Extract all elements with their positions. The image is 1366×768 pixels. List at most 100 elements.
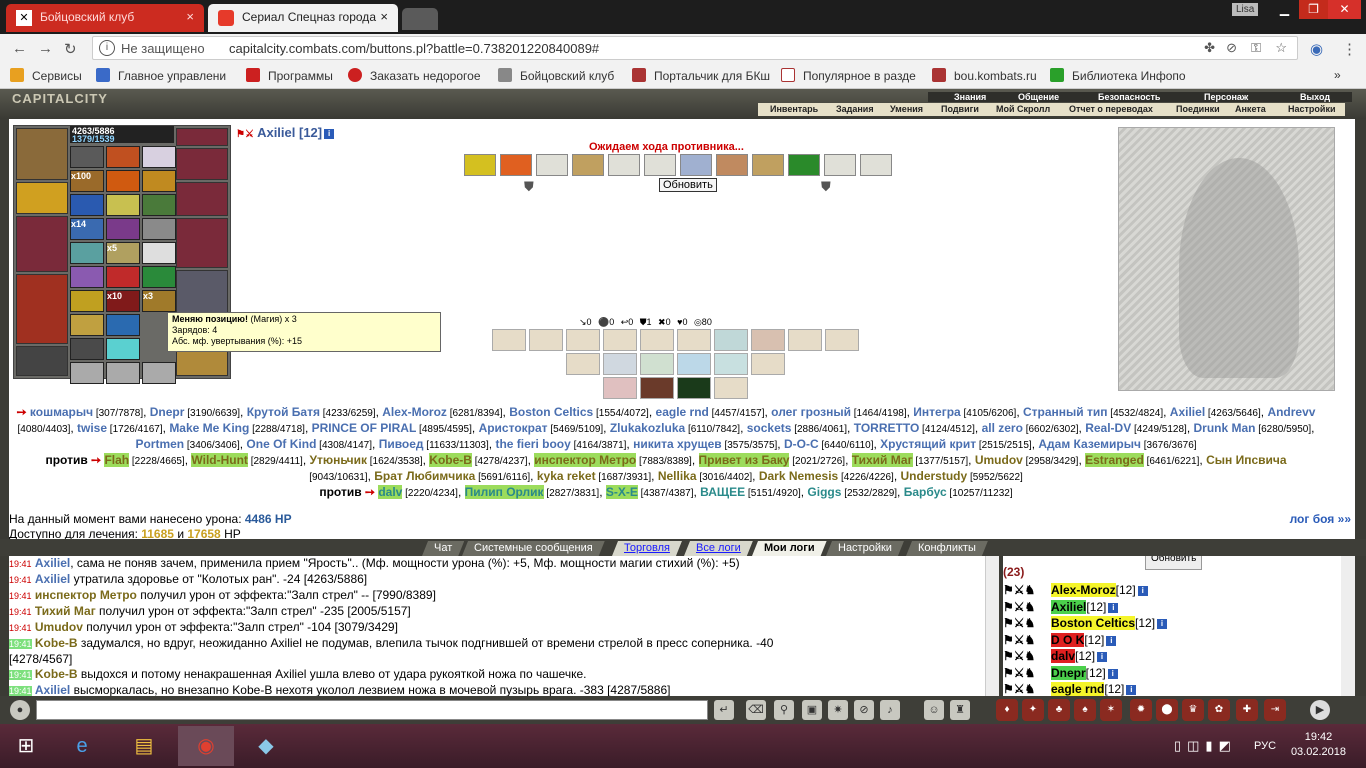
fighter-name[interactable]: ВАЩЕЕ [700,485,745,499]
fighter-name[interactable]: TORRETTO [854,421,920,435]
submenu-settings[interactable]: Настройки [1288,104,1335,114]
weapon-slot[interactable] [16,216,68,272]
ring-slot[interactable] [176,182,228,216]
bookmark-library[interactable]: Библиотека Инфопо [1050,68,1186,83]
minimize-icon[interactable]: ▁ [1270,0,1299,19]
online-user-name[interactable]: Dnepr [1051,665,1086,680]
fighter-name[interactable]: Брат Любимчика [374,469,475,483]
fighter-name[interactable]: Drunk Man [1194,421,1256,435]
online-user[interactable]: ⚑⚔♞ D O K[12] i [1003,632,1167,649]
fighter-name[interactable]: Адам Каземирыч [1038,437,1141,451]
info-icon[interactable]: i [1106,635,1117,646]
inventory-item[interactable] [106,146,140,168]
smiley-icon[interactable]: ☺ [924,700,944,720]
bookmark-bou[interactable]: bou.kombats.ru [932,68,1037,83]
menu-communication[interactable]: Общение [1018,92,1059,102]
attack-slot[interactable] [608,154,640,176]
helmet-slot[interactable] [16,128,68,180]
battle-log-link[interactable]: лог боя »» [1290,512,1351,526]
tab-fight-club[interactable]: ✕ Бойцовский клуб × [6,4,204,32]
back-icon[interactable]: ← [12,40,27,57]
fighter-name[interactable]: all zero [982,421,1023,435]
attack-slot[interactable] [644,154,676,176]
menu-security[interactable]: Безопасность [1098,92,1160,102]
bookmark-order[interactable]: Заказать недорогое [348,68,481,83]
helmet-icon[interactable]: ♜ [950,700,970,720]
skill-button[interactable] [529,329,563,351]
block-icon[interactable]: ⊘ [1226,40,1237,56]
fighter-name[interactable]: the fieri booy [495,437,570,451]
attack-slot[interactable] [680,154,712,176]
fighter-name[interactable]: Утюньчик [309,453,367,467]
fighter-name[interactable]: Пилип Орлик [464,485,544,499]
chat-name[interactable]: Axiliel [35,572,70,586]
fighter-name[interactable]: Make Me King [169,421,249,435]
inventory-item[interactable] [106,266,140,288]
fighter-name[interactable]: sockets [747,421,792,435]
submenu-feats[interactable]: Подвиги [941,104,979,114]
inventory-item[interactable] [70,266,104,288]
online-user[interactable]: ⚑⚔♞ Axiliel[12] i [1003,599,1167,616]
inventory-item[interactable] [106,170,140,192]
fighter-name[interactable]: S-X-E [605,485,638,499]
inventory-item[interactable] [70,194,104,216]
fighter-name[interactable]: никита хрущев [633,437,722,451]
info-icon[interactable]: i [1107,668,1118,679]
ie-icon[interactable]: e [56,726,108,766]
chat-name[interactable]: Axiliel [35,556,70,570]
online-user[interactable]: ⚑⚔♞ Dnepr[12] i [1003,665,1167,682]
chat-name[interactable]: инспектор Метро [35,588,137,602]
language-indicator[interactable]: РУС [1254,740,1276,752]
skill-button[interactable] [751,329,785,351]
key-icon[interactable]: ⚿ [1251,40,1261,56]
url-field[interactable]: i Не защищено capitalcity.combats.com/bu… [92,36,1298,60]
skill-button[interactable] [566,329,600,351]
chrome-icon[interactable]: ◉ [178,726,234,766]
inventory-item[interactable] [142,218,176,240]
skill-button[interactable] [677,353,711,375]
submenu-quests[interactable]: Задания [836,104,874,114]
slot-icon[interactable]: ✚ [1236,699,1258,721]
skill-button[interactable] [603,353,637,375]
earring-slot[interactable] [176,128,228,146]
fighter-name[interactable]: kyka reket [537,469,596,483]
inventory-item[interactable] [70,290,104,312]
fighter-name[interactable]: Boston Celtics [509,405,593,419]
online-refresh-button[interactable]: Обновить [1145,556,1203,570]
submenu-fights[interactable]: Поединки [1176,104,1220,114]
exit-icon[interactable]: ⇥ [1264,699,1286,721]
menu-exit[interactable]: Выход [1300,92,1330,102]
slot-icon[interactable]: ✦ [1022,699,1044,721]
chat-name[interactable]: Kobe-B [35,667,78,681]
online-user-name[interactable]: dalv [1051,649,1076,663]
slot-icon[interactable]: ♦ [996,699,1018,721]
skill-button[interactable] [640,353,674,375]
inventory-item[interactable] [106,362,140,384]
chat-time[interactable]: 19:41 [9,591,32,601]
slot-icon[interactable]: ♛ [1182,699,1204,721]
info-icon[interactable]: i [1157,619,1168,629]
fighter-name[interactable]: Giggs [807,485,841,499]
slot-icon[interactable]: ♠ [1074,699,1096,721]
online-user[interactable]: ⚑⚔♞ Boston Celtics[12] i [1003,615,1168,632]
shield-slot[interactable] [176,218,228,268]
windows-start-icon[interactable]: ⊞ [0,726,52,766]
fighter-name[interactable]: Интегра [913,405,960,419]
fighter-name[interactable]: Крутой Батя [247,405,320,419]
close-icon[interactable]: × [186,9,194,24]
fighter-name[interactable]: Axiliel [1170,405,1205,419]
chat-scrollbar[interactable] [985,556,999,696]
play-icon[interactable]: ▶ [1310,700,1330,720]
sound-icon[interactable]: ♪ [880,700,900,720]
chat-name[interactable]: Axiliel [35,683,70,696]
player-name[interactable]: ⚑⚔ Axiliel [12] i [236,125,335,140]
inventory-item[interactable] [142,194,176,216]
tab-trade[interactable]: Торговля [612,541,682,556]
slot-icon[interactable]: ✹ [1130,699,1152,721]
skill-button[interactable] [677,329,711,351]
fighter-name[interactable]: Kobe-B [429,453,472,467]
skill-button[interactable] [714,377,748,399]
skill-button[interactable] [788,329,822,351]
online-user[interactable]: ⚑⚔♞ eagle rnd[12] i [1003,681,1167,696]
attack-slot[interactable] [824,154,856,176]
